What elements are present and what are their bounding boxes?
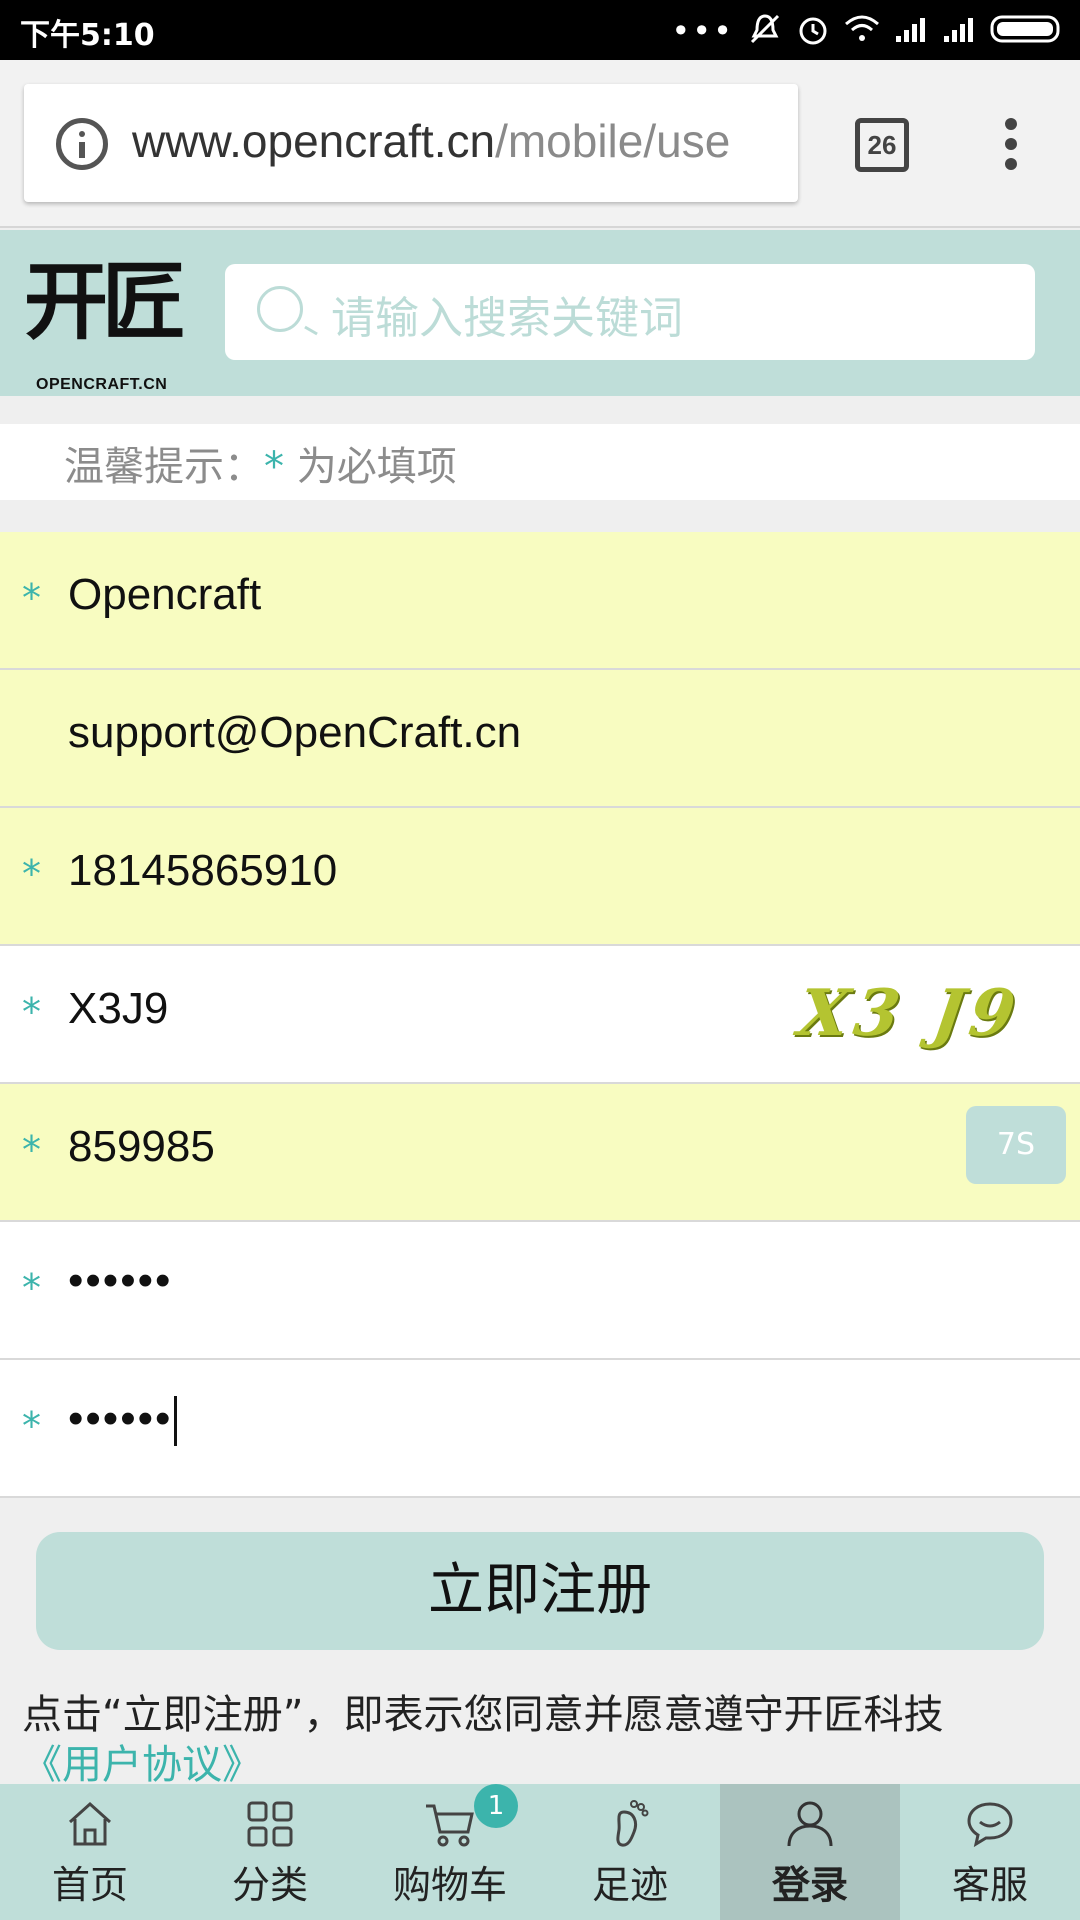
- agreement-text: 点击“立即注册”，即表示您同意并愿意遵守开匠科技 《用户协议》: [22, 1690, 1062, 1790]
- required-mark: *: [22, 1266, 41, 1310]
- nav-label-category: 分类: [231, 1863, 308, 1907]
- agreement-sentence: 点击“立即注册”，即表示您同意并愿意遵守开匠科技: [22, 1692, 944, 1738]
- signal-icon-1: [894, 14, 928, 48]
- screen: 下午5:10 ••• www.opencraft.cn/mobile/use 2…: [0, 0, 1080, 1920]
- password-value: ••••••: [68, 1256, 173, 1305]
- nav-item-cart[interactable]: 1 购物车: [360, 1784, 540, 1920]
- confirm-password-value: ••••••: [68, 1394, 173, 1443]
- search-input[interactable]: 请输入搜索关键词: [225, 264, 1035, 360]
- register-button[interactable]: 立即注册: [36, 1532, 1044, 1650]
- nav-label-login: 登录: [771, 1863, 848, 1907]
- cart-badge: 1: [474, 1784, 518, 1828]
- logo-mark: 开匠: [24, 252, 186, 351]
- user-agreement-link[interactable]: 《用户协议》: [22, 1742, 262, 1788]
- required-tip: 温馨提示：* 为必填项: [0, 424, 1080, 500]
- home-icon: [68, 1801, 112, 1846]
- info-icon[interactable]: [56, 118, 108, 170]
- status-time: 下午5:10: [20, 18, 155, 53]
- tip-text: 温馨提示：* 为必填项: [64, 434, 457, 492]
- sms-code-value: 859985: [68, 1122, 215, 1171]
- captcha-field[interactable]: * X3J9 X3 J9: [0, 946, 1080, 1084]
- nav-label-cart: 购物车: [392, 1863, 507, 1907]
- chat-icon: [967, 1802, 1013, 1848]
- user-icon: [787, 1801, 833, 1847]
- signal-icon-2: [942, 14, 976, 48]
- logo-subtitle: OPENCRAFT.CN: [36, 376, 168, 393]
- more-notifications-icon: •••: [671, 12, 734, 50]
- url-host: www.opencraft.cn: [132, 115, 496, 167]
- browser-toolbar: www.opencraft.cn/mobile/use 26: [0, 60, 1080, 228]
- required-mark: *: [22, 1404, 41, 1448]
- tip-star: *: [264, 444, 284, 490]
- nav-label-service: 客服: [951, 1863, 1028, 1907]
- sms-countdown-button[interactable]: 7S: [966, 1106, 1066, 1184]
- cart-icon: [426, 1804, 474, 1847]
- captcha-image[interactable]: X3 J9: [793, 976, 1025, 1051]
- nav-item-category[interactable]: 分类: [180, 1784, 360, 1920]
- nav-item-home[interactable]: 首页: [0, 1784, 180, 1920]
- bottom-nav: 首页 分类 1 购物车 足迹 登录 客服: [0, 1784, 1080, 1920]
- required-mark: *: [22, 1128, 41, 1172]
- required-mark: *: [22, 576, 41, 620]
- wifi-icon: [844, 14, 880, 48]
- sms-code-field[interactable]: * 859985 7S: [0, 1084, 1080, 1222]
- email-field[interactable]: support@OpenCraft.cn: [0, 670, 1080, 808]
- footprint-icon: [616, 1800, 649, 1847]
- tip-suffix: 为必填项: [284, 444, 457, 490]
- nav-label-home: 首页: [51, 1863, 128, 1907]
- url-path: /mobile/use: [495, 115, 731, 167]
- nav-item-footprint[interactable]: 足迹: [540, 1784, 720, 1920]
- mute-icon: [748, 12, 782, 50]
- search-icon: [257, 286, 303, 332]
- phone-value: 18145865910: [68, 846, 338, 895]
- url-text[interactable]: www.opencraft.cn/mobile/use: [132, 114, 730, 168]
- required-mark: *: [22, 852, 41, 896]
- email-value: support@OpenCraft.cn: [68, 708, 522, 757]
- address-bar[interactable]: www.opencraft.cn/mobile/use: [24, 84, 798, 202]
- captcha-value: X3J9: [68, 984, 169, 1033]
- nav-label-footprint: 足迹: [591, 1863, 668, 1907]
- required-mark: *: [22, 990, 41, 1034]
- browser-menu-icon[interactable]: [998, 118, 1024, 174]
- status-icons: •••: [671, 12, 1062, 50]
- nav-item-service[interactable]: 客服: [900, 1784, 1080, 1920]
- search-placeholder: 请输入搜索关键词: [331, 293, 683, 344]
- battery-icon: [990, 14, 1062, 48]
- nav-item-login[interactable]: 登录: [720, 1784, 900, 1920]
- grid-icon: [247, 1801, 293, 1847]
- site-logo[interactable]: 开匠 OPENCRAFT.CN: [24, 252, 200, 394]
- register-form: * Opencraft support@OpenCraft.cn * 18145…: [0, 532, 1080, 1498]
- confirm-password-field[interactable]: * ••••••: [0, 1360, 1080, 1498]
- tip-prefix: 温馨提示：: [64, 444, 264, 490]
- username-value: Opencraft: [68, 570, 262, 619]
- status-bar: 下午5:10 •••: [0, 0, 1080, 60]
- tab-switcher-button[interactable]: 26: [855, 118, 909, 172]
- site-header: 开匠 OPENCRAFT.CN 请输入搜索关键词: [0, 230, 1080, 396]
- confirm-password-wrap: ••••••: [68, 1394, 178, 1447]
- phone-field[interactable]: * 18145865910: [0, 808, 1080, 946]
- alarm-icon: [796, 12, 830, 50]
- password-field[interactable]: * ••••••: [0, 1222, 1080, 1360]
- text-caret: [174, 1396, 178, 1447]
- username-field[interactable]: * Opencraft: [0, 532, 1080, 670]
